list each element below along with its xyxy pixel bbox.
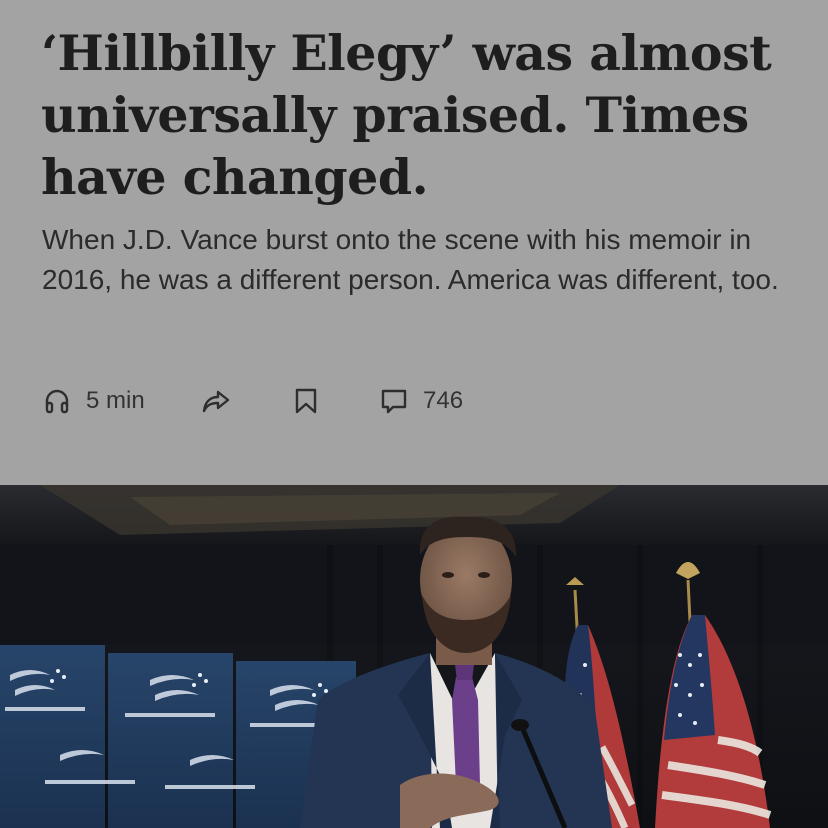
save-button[interactable]	[292, 380, 320, 422]
comments-button[interactable]: 746	[379, 380, 463, 422]
bookmark-icon	[292, 386, 320, 416]
article-dek: When J.D. Vance burst onto the scene wit…	[42, 224, 779, 295]
headphones-icon	[42, 386, 72, 416]
lead-photo[interactable]	[0, 485, 828, 828]
comment-count: 746	[423, 387, 464, 414]
article-actions-bar: 5 min 746	[42, 380, 562, 422]
share-arrow-icon	[200, 386, 232, 416]
listen-duration: 5 min	[86, 387, 145, 414]
listen-button[interactable]: 5 min	[42, 380, 145, 422]
comment-icon	[379, 386, 409, 416]
article-header: ‘Hillbilly Elegy’ was almost universally…	[0, 0, 828, 485]
headline[interactable]: ‘Hillbilly Elegy’ was almost universally…	[41, 22, 811, 208]
backdrop-banners	[0, 645, 356, 828]
share-button[interactable]	[200, 380, 232, 422]
